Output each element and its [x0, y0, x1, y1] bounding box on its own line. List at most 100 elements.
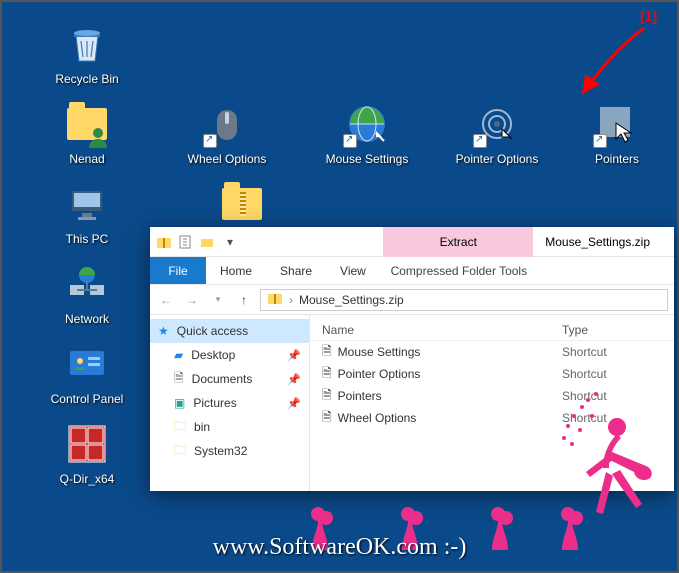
breadcrumb[interactable]: › Mouse_Settings.zip	[260, 289, 668, 311]
address-bar: ← → ▾ ↑ › Mouse_Settings.zip	[150, 285, 674, 315]
pin-icon: 📌	[287, 349, 301, 362]
pin-icon: 📌	[287, 373, 301, 386]
desktop-icon: ▰	[174, 348, 183, 362]
recycle-bin-icon	[63, 20, 111, 68]
file-icon: 🗎	[322, 364, 332, 385]
customize-qat-icon[interactable]: ▾	[222, 234, 238, 250]
chevron-right-icon: ›	[289, 293, 293, 307]
file-icon: 🗎	[322, 342, 332, 363]
ribbon-file-tab[interactable]: File	[150, 257, 206, 284]
pictures-icon: ▣	[174, 396, 185, 410]
control-panel-icon	[63, 340, 111, 388]
ribbon-context-tools[interactable]: Compressed Folder Tools	[384, 257, 534, 284]
desktop-icon-qdir[interactable]: Q-Dir_x64	[42, 420, 132, 486]
file-name: Pointers	[338, 389, 382, 403]
file-icon: 🗎	[322, 386, 332, 407]
file-type: Shortcut	[562, 389, 662, 403]
list-item[interactable]: 🗎Pointer Options Shortcut	[310, 363, 674, 385]
desktop-icon-label: Control Panel	[42, 392, 132, 406]
nav-folder-bin[interactable]: 🗀 bin	[150, 415, 309, 439]
folder-icon: 🗀	[174, 441, 186, 462]
window-title: Mouse_Settings.zip	[533, 227, 674, 257]
nav-item-label: Quick access	[177, 324, 248, 338]
this-pc-icon	[63, 180, 111, 228]
shortcut-overlay-icon	[593, 134, 607, 148]
desktop-icon-label: Pointer Options	[452, 152, 542, 166]
file-name: Wheel Options	[338, 411, 417, 425]
shortcut-overlay-icon	[203, 134, 217, 148]
desktop: [1] Recycle Bin Nenad Wheel Options Mous…	[2, 2, 677, 571]
nav-up-button[interactable]: ↑	[234, 290, 254, 310]
desktop-icon-label: Nenad	[42, 152, 132, 166]
mouse-wheel-icon	[203, 100, 251, 148]
breadcrumb-segment[interactable]: Mouse_Settings.zip	[299, 293, 404, 307]
desktop-icon-user-folder[interactable]: Nenad	[42, 100, 132, 166]
nav-back-button[interactable]: ←	[156, 290, 176, 310]
nav-pictures[interactable]: ▣ Pictures 📌	[150, 391, 309, 415]
column-header-type[interactable]: Type	[562, 323, 662, 337]
document-icon: 🗎	[174, 369, 184, 390]
folder-icon: 🗀	[174, 417, 186, 438]
desktop-icon-this-pc[interactable]: This PC	[42, 180, 132, 246]
nav-pane: ★ Quick access ▰ Desktop 📌 🗎 Documents 📌…	[150, 315, 310, 491]
nav-recent-button[interactable]: ▾	[208, 290, 228, 310]
quick-access-toolbar: ▾	[150, 234, 244, 250]
desktop-icon-pointers[interactable]: Pointers	[572, 100, 662, 166]
desktop-icon-label: Q-Dir_x64	[42, 472, 132, 486]
shortcut-overlay-icon	[473, 134, 487, 148]
ribbon-context-tab[interactable]: Extract	[383, 227, 533, 257]
zip-small-icon	[267, 290, 283, 309]
desktop-icon-label: Pointers	[572, 152, 662, 166]
desktop-icon-mouse-settings[interactable]: Mouse Settings	[322, 100, 412, 166]
desktop-icon-label: Wheel Options	[182, 152, 272, 166]
mouse-settings-icon	[343, 100, 391, 148]
desktop-icon-recycle-bin[interactable]: Recycle Bin	[42, 20, 132, 86]
properties-icon[interactable]	[178, 234, 194, 250]
nav-forward-button[interactable]: →	[182, 290, 202, 310]
ribbon: File Home Share View Compressed Folder T…	[150, 257, 674, 285]
desktop-icon-label: Mouse Settings	[322, 152, 412, 166]
qdir-icon	[63, 420, 111, 468]
list-item[interactable]: 🗎Wheel Options Shortcut	[310, 407, 674, 429]
zip-small-icon	[156, 234, 172, 250]
file-name: Mouse Settings	[338, 345, 421, 359]
annotation-arrow	[562, 22, 652, 102]
file-type: Shortcut	[562, 367, 662, 381]
nav-item-label: System32	[194, 444, 247, 458]
star-icon: ★	[158, 324, 169, 338]
shortcut-overlay-icon	[343, 134, 357, 148]
ribbon-tab-share[interactable]: Share	[266, 257, 326, 284]
nav-quick-access[interactable]: ★ Quick access	[150, 319, 309, 343]
list-item[interactable]: 🗎 Pointers Shortcut	[310, 385, 674, 407]
nav-item-label: bin	[194, 420, 210, 434]
nav-item-label: Desktop	[191, 348, 235, 362]
file-list: Name Type 🗎Mouse Settings Shortcut 🗎Poin…	[310, 315, 674, 491]
desktop-icon-wheel-options[interactable]: Wheel Options	[182, 100, 272, 166]
network-icon	[63, 260, 111, 308]
nav-documents[interactable]: 🗎 Documents 📌	[150, 367, 309, 391]
desktop-icon-label: This PC	[42, 232, 132, 246]
pointer-options-icon	[473, 100, 521, 148]
titlebar[interactable]: ▾ Extract Mouse_Settings.zip	[150, 227, 674, 257]
desktop-icon-pointer-options[interactable]: Pointer Options	[452, 100, 542, 166]
desktop-icon-label: Network	[42, 312, 132, 326]
file-type: Shortcut	[562, 345, 662, 359]
desktop-icon-network[interactable]: Network	[42, 260, 132, 326]
list-item[interactable]: 🗎 Mouse Settings Shortcut	[310, 341, 674, 363]
nav-folder-system32[interactable]: 🗀 System32	[150, 439, 309, 463]
zip-folder-icon	[218, 180, 266, 228]
column-header-name[interactable]: Name	[322, 323, 562, 337]
nav-item-label: Pictures	[193, 396, 236, 410]
file-icon: 🗎	[322, 408, 332, 429]
column-headers: Name Type	[310, 319, 674, 341]
watermark-text: www.SoftwareOK.com :-)	[2, 534, 677, 561]
pointers-icon	[593, 100, 641, 148]
new-folder-icon[interactable]	[200, 234, 216, 250]
desktop-icon-control-panel[interactable]: Control Panel	[42, 340, 132, 406]
ribbon-tab-home[interactable]: Home	[206, 257, 266, 284]
nav-desktop[interactable]: ▰ Desktop 📌	[150, 343, 309, 367]
ribbon-tab-view[interactable]: View	[326, 257, 380, 284]
explorer-window: ▾ Extract Mouse_Settings.zip File Home S…	[150, 227, 674, 491]
nav-item-label: Documents	[192, 372, 253, 386]
user-folder-icon	[63, 100, 111, 148]
